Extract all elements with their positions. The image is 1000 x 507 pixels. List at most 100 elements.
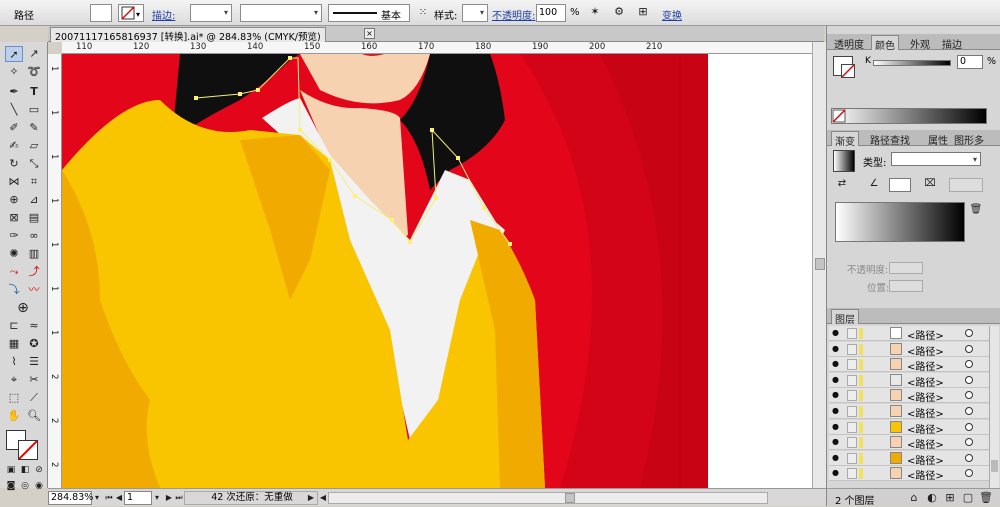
layer-row[interactable]: ● <路径> [829,341,989,358]
lock-toggle[interactable] [847,468,857,480]
stroke-link[interactable]: 描边: [152,7,175,22]
angle-input[interactable] [889,178,911,192]
lock-toggle[interactable] [847,437,857,449]
none-mode-icon[interactable]: ⊘ [30,462,48,478]
lock-toggle[interactable] [847,328,857,339]
delete-layer-icon[interactable]: 🗑︎ [977,490,995,506]
tab-stroke[interactable]: 描边 [939,35,965,51]
lock-toggle[interactable] [847,374,857,386]
layer-name[interactable]: <路径> [907,374,944,389]
eye-icon[interactable]: ● [832,329,842,337]
gradient-preview[interactable] [835,202,965,242]
close-icon[interactable]: × [364,28,375,39]
lock-toggle[interactable] [847,343,857,355]
zoom-field[interactable]: 284.83% [48,491,93,505]
eye-icon[interactable]: ● [832,453,842,462]
layer-row[interactable]: ● <路径> [829,404,989,420]
variable-width-select[interactable]: ▾ [240,4,322,22]
color-ramp[interactable] [831,108,987,124]
anchor-point[interactable] [430,128,434,132]
tab-transparency[interactable]: 透明度 [831,35,867,51]
gear-icon[interactable]: ⚙ [610,4,628,20]
layer-row[interactable]: ● <路径> [829,372,989,389]
eye-icon[interactable]: ● [832,360,842,368]
shape-builder-tool-icon[interactable]: ⊕ [5,192,23,208]
layers-scrollbar[interactable] [989,326,999,488]
layer-row[interactable]: ● <路径> [829,388,989,404]
knife-tool-icon[interactable]: ⟋ [25,390,43,406]
status-menu-icon[interactable]: ▶ [306,490,316,506]
eye-icon[interactable]: ● [832,469,842,477]
graph-tool-icon[interactable]: ▥ [25,246,43,262]
scale-tool-icon[interactable]: ⤡ [25,156,43,172]
opacity-link[interactable]: 不透明度: [492,7,535,22]
layer-name[interactable]: <路径> [907,452,944,467]
layer-row[interactable]: ● <路径> [829,450,989,467]
locate-object-icon[interactable]: ⌂ [905,490,923,506]
vertical-scrollbar[interactable] [812,42,826,488]
eye-icon[interactable]: ● [832,422,842,431]
k-value-input[interactable]: 0 [957,55,983,69]
layer-name[interactable]: <路径> [907,358,944,373]
stroke-color-swatch[interactable] [841,64,855,78]
layer-row[interactable]: ● <路径> [829,357,989,373]
anchor-point[interactable] [194,96,198,100]
crop-tool-icon[interactable]: ⬚ [5,390,23,406]
target-icon[interactable] [965,407,973,415]
target-icon[interactable] [965,469,973,478]
document-tab[interactable]: 20071117165816937 [转换].ai* @ 284.83% (CM… [50,27,326,43]
none-color-icon[interactable] [832,109,846,123]
lock-toggle[interactable] [847,452,857,464]
anchor-point[interactable] [482,206,486,210]
target-icon[interactable] [965,344,973,353]
target-icon[interactable] [965,438,973,447]
anchor-point[interactable] [238,92,242,96]
direct-selection-tool-icon[interactable]: ↗ [25,46,43,62]
layer-name[interactable]: <路径> [907,421,944,436]
free-transform-tool-icon[interactable]: ⌗ [25,174,43,190]
layer-name[interactable]: <路径> [907,467,944,482]
symbol-sprayer-tool-icon[interactable]: ✺ [5,246,23,262]
live-paint-selection-tool-icon[interactable]: ⤴ [25,264,43,280]
scroll-thumb[interactable] [565,493,575,503]
tab-appearance[interactable]: 外观 [907,35,933,51]
layer-row[interactable]: ● <路径> [829,326,989,342]
selection-tool-icon[interactable]: ➚ [5,46,23,62]
scroll-thumb[interactable] [815,258,825,270]
aspect-ratio-input[interactable] [949,178,983,192]
draw-inside-icon[interactable]: ◉ [30,478,48,494]
layer-name[interactable]: <路径> [907,343,944,358]
blob-brush-tool-icon[interactable]: ✍ [5,138,23,154]
anchor-point[interactable] [288,56,292,60]
blend-tool-icon[interactable]: ∞ [25,228,43,244]
eye-icon[interactable]: ● [832,391,842,399]
eye-icon[interactable]: ● [832,407,842,415]
perspective-grid-tool-icon[interactable]: ⊿ [25,192,43,208]
target-icon[interactable] [965,453,973,462]
line-tool-icon[interactable]: ╲ [5,102,23,118]
sparkle-icon[interactable]: ✶ [586,4,604,20]
tab-color[interactable]: 颜色 [871,35,899,52]
scissors-tool-icon[interactable]: ✂ [25,372,43,388]
layer-row[interactable]: ● <路径> [829,435,989,451]
rectangle-tool-icon[interactable]: ▭ [25,102,43,118]
prev-artboard-icon[interactable]: ◀ [114,490,124,506]
magic-wand-tool-icon[interactable]: ✧ [5,64,23,80]
gradient-type-select[interactable]: ▾ [891,152,981,166]
lasso-tool-icon[interactable]: ➰ [25,64,43,80]
slice-tool-icon[interactable]: ≈ [25,318,43,334]
gradient-tool-icon[interactable]: ▤ [25,210,43,226]
type-tool-icon[interactable]: T [25,84,43,100]
gradient-swatch[interactable] [833,150,855,172]
trash-icon[interactable]: 🗑︎ [967,202,985,218]
crosshair-tool-icon[interactable]: ⊕ [14,300,32,316]
eraser-tool-icon[interactable]: ▱ [25,138,43,154]
layer-row[interactable]: ● <路径> [829,466,989,482]
scroll-left-icon[interactable]: ◀ [318,490,328,506]
bar-chart-tool-icon[interactable]: ☰ [25,354,43,370]
transform-link[interactable]: 变换 [662,7,682,22]
anchor-point[interactable] [456,156,460,160]
anchor-point[interactable] [353,194,357,198]
horizontal-scrollbar[interactable] [328,492,768,504]
rotate-tool-icon[interactable]: ↻ [5,156,23,172]
